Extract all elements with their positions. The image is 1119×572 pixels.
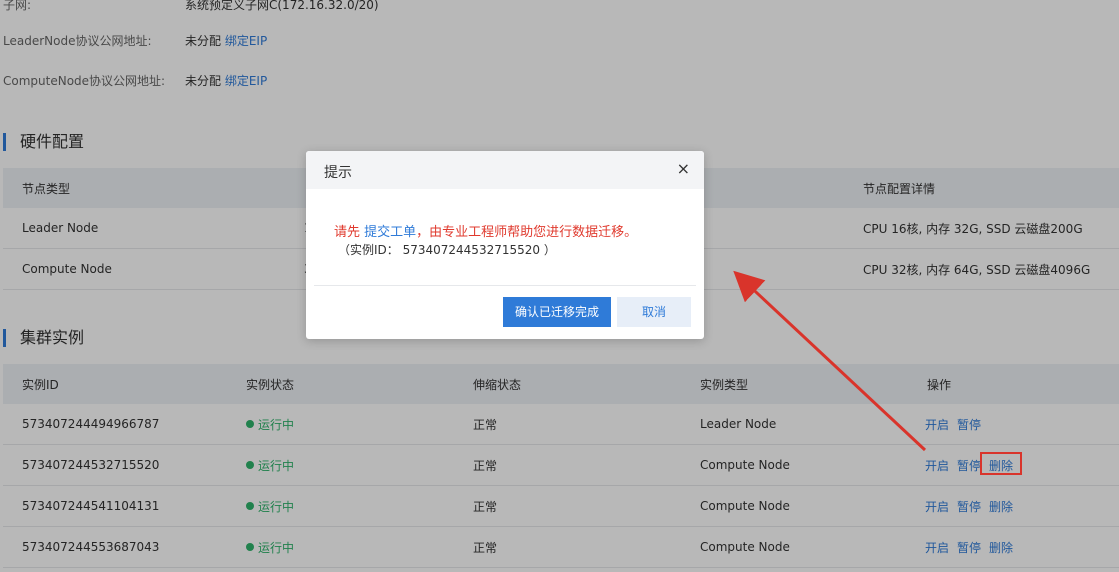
dialog-message-suffix: ，由专业工程师帮助您进行数据迁移。: [416, 225, 638, 240]
cancel-button[interactable]: 取消: [617, 297, 691, 327]
confirm-dialog: 提示 × 请先 提交工单，由专业工程师帮助您进行数据迁移。 （实例ID： 573…: [306, 151, 704, 339]
dialog-header: 提示 ×: [306, 151, 704, 189]
dialog-title: 提示: [324, 165, 352, 181]
dialog-instance-id: （实例ID： 573407244532715520 ）: [338, 243, 556, 257]
dialog-message-prefix: 请先: [334, 225, 365, 240]
submit-ticket-link[interactable]: 提交工单: [364, 225, 416, 240]
confirm-migrated-button[interactable]: 确认已迁移完成: [503, 297, 611, 327]
close-icon[interactable]: ×: [677, 159, 690, 178]
dialog-message: 请先 提交工单，由专业工程师帮助您进行数据迁移。: [334, 221, 637, 240]
dialog-divider: [314, 285, 696, 286]
